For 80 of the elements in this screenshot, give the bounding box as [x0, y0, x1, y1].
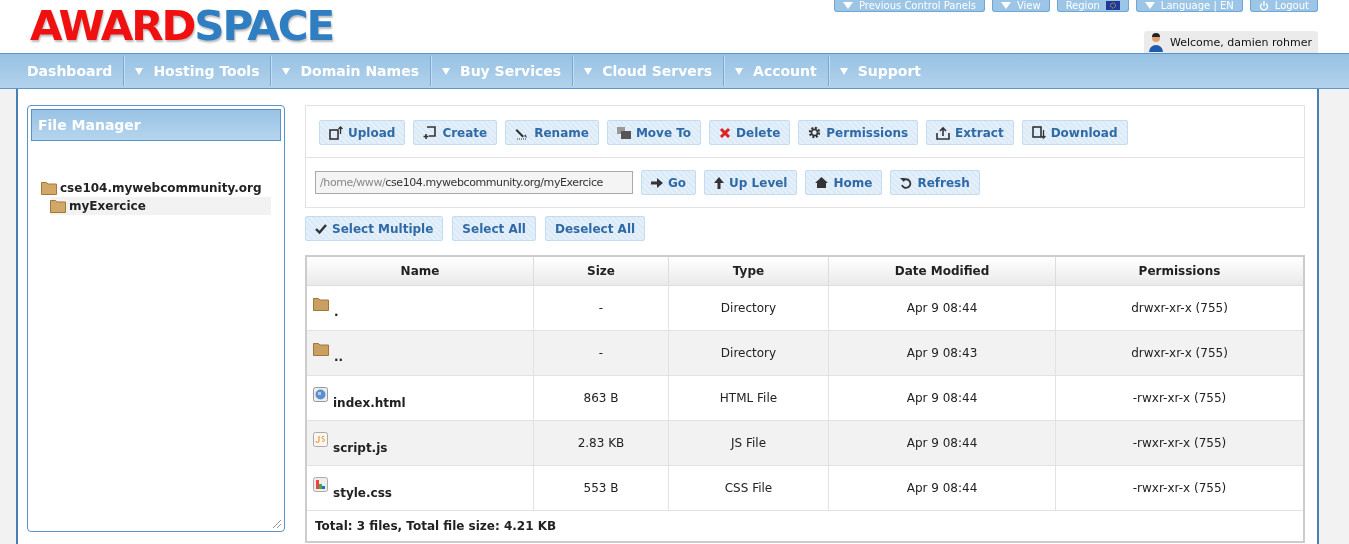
- arrow-right-icon: [651, 177, 663, 188]
- caret-icon: [1000, 2, 1011, 9]
- table-cell: -rwxr-xr-x (755): [1055, 420, 1304, 466]
- home-icon: [815, 177, 829, 188]
- table-cell: Apr 9 08:44: [828, 285, 1056, 331]
- table-cell: Apr 9 08:44: [828, 420, 1056, 466]
- script-file-icon: [313, 431, 328, 447]
- table-cell: 553 B: [533, 465, 669, 511]
- toolbar-button[interactable]: Rename: [505, 120, 599, 145]
- column-header[interactable]: Date Modified: [828, 256, 1056, 286]
- table-cell: Apr 9 08:43: [828, 330, 1056, 376]
- download-icon: [1031, 125, 1046, 140]
- table-cell: Apr 9 08:44: [828, 465, 1056, 511]
- tree-item[interactable]: myExercice: [50, 197, 271, 215]
- caret-icon: [282, 67, 291, 75]
- file-name-cell[interactable]: ..: [306, 330, 534, 376]
- cross-icon: [719, 126, 732, 139]
- table-cell: -: [533, 285, 669, 331]
- toolbar-button[interactable]: Download: [1021, 120, 1128, 145]
- style-file-icon: [313, 476, 328, 492]
- folder-icon: [313, 297, 329, 311]
- column-header[interactable]: Type: [668, 256, 829, 286]
- column-header[interactable]: Permissions: [1055, 256, 1304, 286]
- table-cell: Directory: [668, 330, 829, 376]
- table-cell: Apr 9 08:44: [828, 375, 1056, 421]
- table-cell: Directory: [668, 285, 829, 331]
- gear-icon: [808, 126, 822, 139]
- table-cell: 863 B: [533, 375, 669, 421]
- folder-icon: [313, 342, 329, 356]
- extract-icon: [936, 125, 951, 140]
- panel-title: File Manager: [31, 109, 281, 141]
- upload-icon: [329, 125, 343, 140]
- table-cell: -: [533, 330, 669, 376]
- folders-icon: [616, 125, 631, 140]
- power-icon: [1258, 0, 1269, 11]
- navigation-button[interactable]: Up Level: [704, 170, 798, 195]
- globe-icon: [313, 386, 328, 402]
- table-cell: JS File: [668, 420, 829, 466]
- welcome-badge: Welcome, damien rohmer: [1143, 31, 1318, 53]
- table-cell: HTML File: [668, 375, 829, 421]
- selection-button[interactable]: Deselect All: [544, 216, 646, 241]
- toolbar-button[interactable]: Extract: [926, 120, 1014, 145]
- toolbar-button[interactable]: Permissions: [798, 120, 919, 145]
- file-name-cell[interactable]: .: [306, 285, 534, 331]
- caret-icon: [442, 67, 450, 75]
- logo[interactable]: AWARDSPACE: [30, 2, 333, 50]
- toolbar-button[interactable]: Move To: [606, 120, 702, 145]
- resize-grip-icon[interactable]: [273, 520, 281, 528]
- refresh-icon: [900, 176, 913, 189]
- toolbar-button[interactable]: Create: [413, 120, 498, 145]
- caret-icon: [584, 67, 593, 75]
- tree-item[interactable]: cse104.mywebcommunity.org: [41, 179, 271, 197]
- user-icon: [1147, 32, 1164, 52]
- column-header[interactable]: Name: [306, 256, 534, 286]
- file-name-cell[interactable]: style.css: [306, 465, 534, 511]
- table-cell: drwxr-xr-x (755): [1055, 330, 1304, 376]
- caret-icon: [135, 67, 144, 75]
- navigation-button[interactable]: Go: [641, 170, 697, 195]
- folder-icon: [41, 181, 57, 195]
- selection-button[interactable]: Select Multiple: [305, 216, 444, 241]
- file-name-cell[interactable]: script.js: [306, 420, 534, 466]
- toolbar-button[interactable]: Delete: [709, 120, 791, 145]
- selection-button[interactable]: Select All: [452, 216, 536, 241]
- table-cell: 2.83 KB: [533, 420, 669, 466]
- flag-icon: [1105, 1, 1120, 10]
- folder-icon: [50, 199, 66, 213]
- navigation-button[interactable]: Refresh: [890, 170, 980, 195]
- table-cell: CSS File: [668, 465, 829, 511]
- path-field[interactable]: /home/www/cse104.mywebcommunity.org/myExercice: [315, 171, 633, 194]
- caret-icon: [839, 67, 848, 75]
- plus-icon: [423, 125, 438, 140]
- caret-icon: [1144, 2, 1155, 9]
- caret-icon: [735, 67, 744, 75]
- navigation-button[interactable]: Home: [805, 170, 883, 195]
- toolbar-button[interactable]: Upload: [319, 120, 406, 145]
- check-icon: [315, 223, 327, 234]
- caret-icon: [842, 2, 853, 9]
- file-name-cell[interactable]: index.html: [306, 375, 534, 421]
- column-header[interactable]: Size: [533, 256, 669, 286]
- arrow-up-icon: [714, 176, 725, 189]
